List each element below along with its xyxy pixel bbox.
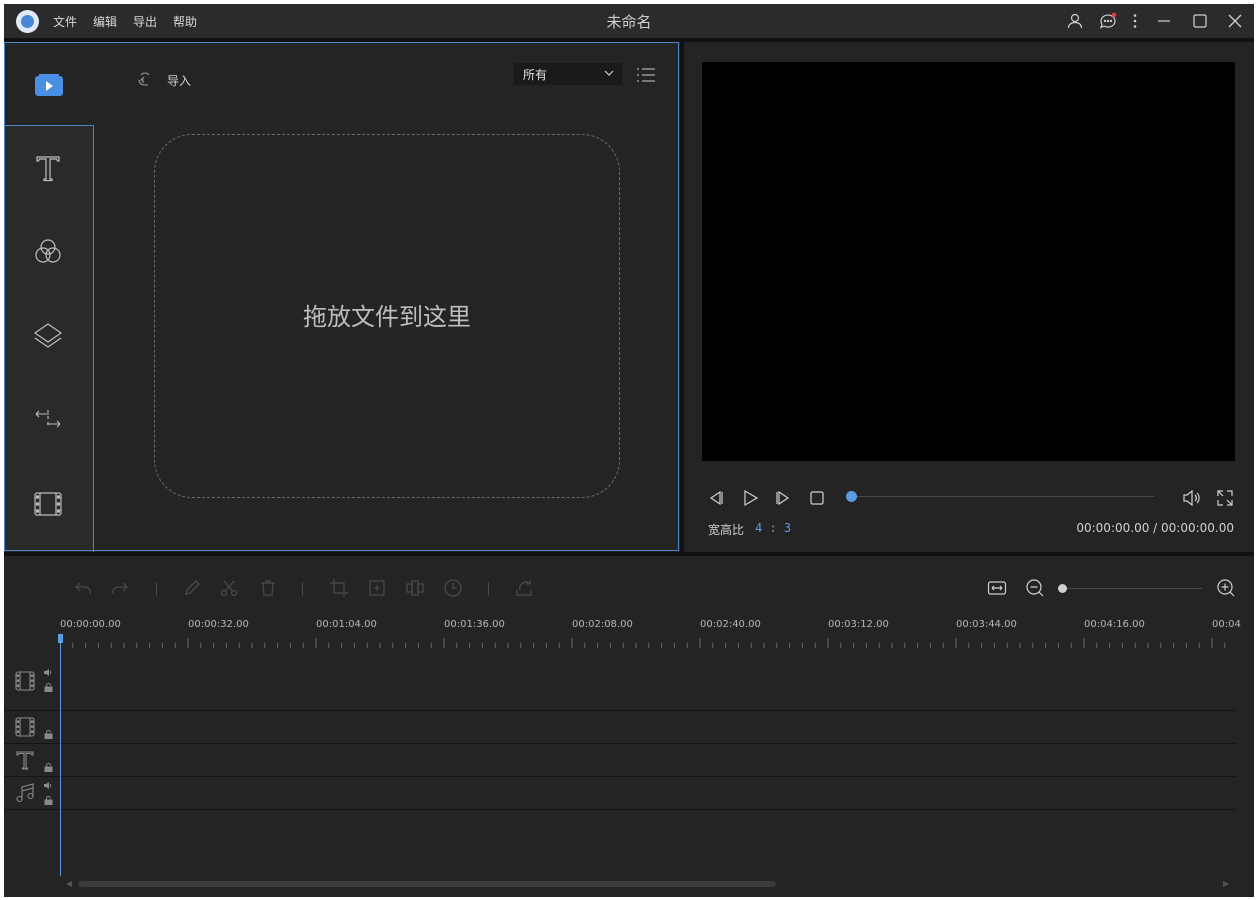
duration-icon[interactable] <box>443 578 463 598</box>
maximize-icon[interactable] <box>1191 12 1209 30</box>
progress-handle[interactable] <box>846 491 857 502</box>
text-track[interactable] <box>4 744 1236 777</box>
lock-icon[interactable] <box>44 763 53 772</box>
aspect-ratio-value[interactable]: 4 : 3 <box>755 521 791 535</box>
ruler-label: 00:03:12.00 <box>828 619 889 630</box>
volume-icon[interactable] <box>1181 488 1201 508</box>
transition-icon[interactable] <box>30 402 66 438</box>
filter-select[interactable]: 所有 <box>514 63 622 85</box>
timeline-ruler[interactable] <box>60 638 1236 648</box>
filter-select-value: 所有 <box>523 68 548 82</box>
side-separator-top <box>4 125 94 126</box>
zoom-slider-handle[interactable] <box>1058 584 1067 593</box>
app-window: 文件 编辑 导出 帮助 未命名 导入 所有 拖放文件到这里 宽高比 4: 3 … <box>4 4 1254 897</box>
video-preview <box>702 62 1235 461</box>
ruler-label: 00:03:44.00 <box>956 619 1017 630</box>
media-panel: 导入 所有 拖放文件到这里 <box>4 42 680 552</box>
playhead[interactable] <box>60 636 61 876</box>
ruler-label: 00:01:04.00 <box>316 619 377 630</box>
more-icon[interactable] <box>1126 12 1144 30</box>
fullscreen-icon[interactable] <box>1215 488 1235 508</box>
title-bar: 文件 编辑 导出 帮助 未命名 <box>4 4 1254 38</box>
filter-icon[interactable] <box>30 234 66 270</box>
ruler-label: 00:00:00.00 <box>60 619 121 630</box>
progress-track[interactable] <box>852 496 1154 497</box>
minimize-icon[interactable] <box>1155 12 1173 30</box>
ruler-label: 00:01:36.00 <box>444 619 505 630</box>
side-tab-media[interactable] <box>4 42 94 126</box>
lock-icon[interactable] <box>44 730 53 739</box>
mute-icon[interactable] <box>44 668 53 677</box>
zoom-out-icon[interactable] <box>1025 578 1045 598</box>
media-icon <box>30 66 66 102</box>
video-track-icon <box>14 670 36 692</box>
playhead-handle[interactable] <box>58 634 63 643</box>
track-header <box>4 652 60 710</box>
audio-track[interactable] <box>4 777 1236 810</box>
lock-icon[interactable] <box>44 796 53 805</box>
track-header <box>4 744 60 776</box>
edit-icon[interactable] <box>182 578 202 598</box>
scroll-right-icon[interactable]: ▶ <box>1223 879 1229 888</box>
preview-panel: 宽高比 4 : 3 00:00:00.00 / 00:00:00.00 <box>684 42 1254 552</box>
overlay-track-icon <box>14 716 36 738</box>
ruler-label: 00:02:40.00 <box>700 619 761 630</box>
text-track-icon <box>14 749 36 771</box>
mosaic-icon[interactable] <box>405 578 425 598</box>
feedback-icon[interactable] <box>1099 12 1117 30</box>
toolbar-separator <box>302 582 303 596</box>
overlay-icon[interactable] <box>30 318 66 354</box>
music-icon <box>14 782 36 804</box>
zoom-frame-icon[interactable] <box>367 578 387 598</box>
side-separator <box>93 126 94 552</box>
close-icon[interactable] <box>1226 12 1244 30</box>
track-header <box>4 777 60 809</box>
timecode: 00:00:00.00 / 00:00:00.00 <box>1076 521 1234 535</box>
redo-icon[interactable] <box>110 578 130 598</box>
aspect-ratio-label: 宽高比 <box>708 523 745 537</box>
split-icon[interactable] <box>219 578 239 598</box>
delete-icon[interactable] <box>258 578 278 598</box>
chevron-down-icon <box>604 70 614 76</box>
ruler-label: 00:00:32.00 <box>188 619 249 630</box>
ruler-label: 00:04:16.00 <box>1084 619 1145 630</box>
element-icon[interactable] <box>30 486 66 522</box>
prev-frame-icon[interactable] <box>706 488 726 508</box>
fit-timeline-icon[interactable] <box>987 578 1007 598</box>
track-header <box>4 711 60 743</box>
horizontal-scrollbar[interactable] <box>78 881 776 887</box>
undo-icon[interactable] <box>73 578 93 598</box>
toolbar-separator <box>156 582 157 596</box>
drop-zone-text: 拖放文件到这里 <box>303 303 471 331</box>
overlay-track[interactable] <box>4 711 1236 744</box>
zoom-slider-track[interactable] <box>1062 588 1202 589</box>
ruler-label: 00:02:08.00 <box>572 619 633 630</box>
export-clip-icon[interactable] <box>514 578 534 598</box>
lock-icon[interactable] <box>44 683 53 692</box>
play-icon[interactable] <box>740 488 760 508</box>
scroll-left-icon[interactable]: ◀ <box>66 879 72 888</box>
import-icon[interactable] <box>136 71 152 87</box>
next-frame-icon[interactable] <box>773 488 793 508</box>
ruler-label: 00:04 <box>1212 619 1241 630</box>
text-icon[interactable] <box>30 150 66 186</box>
crop-icon[interactable] <box>329 578 349 598</box>
import-button[interactable]: 导入 <box>167 72 191 89</box>
toolbar-separator <box>488 582 489 596</box>
zoom-in-icon[interactable] <box>1216 578 1236 598</box>
mute-icon[interactable] <box>44 781 53 790</box>
list-view-icon[interactable] <box>636 66 656 84</box>
stop-icon[interactable] <box>807 488 827 508</box>
timeline-panel: 00:00:00.00 00:00:32.00 00:01:04.00 00:0… <box>4 556 1254 897</box>
video-track[interactable] <box>4 652 1236 711</box>
drop-zone[interactable]: 拖放文件到这里 <box>154 134 620 498</box>
user-icon[interactable] <box>1066 12 1084 30</box>
